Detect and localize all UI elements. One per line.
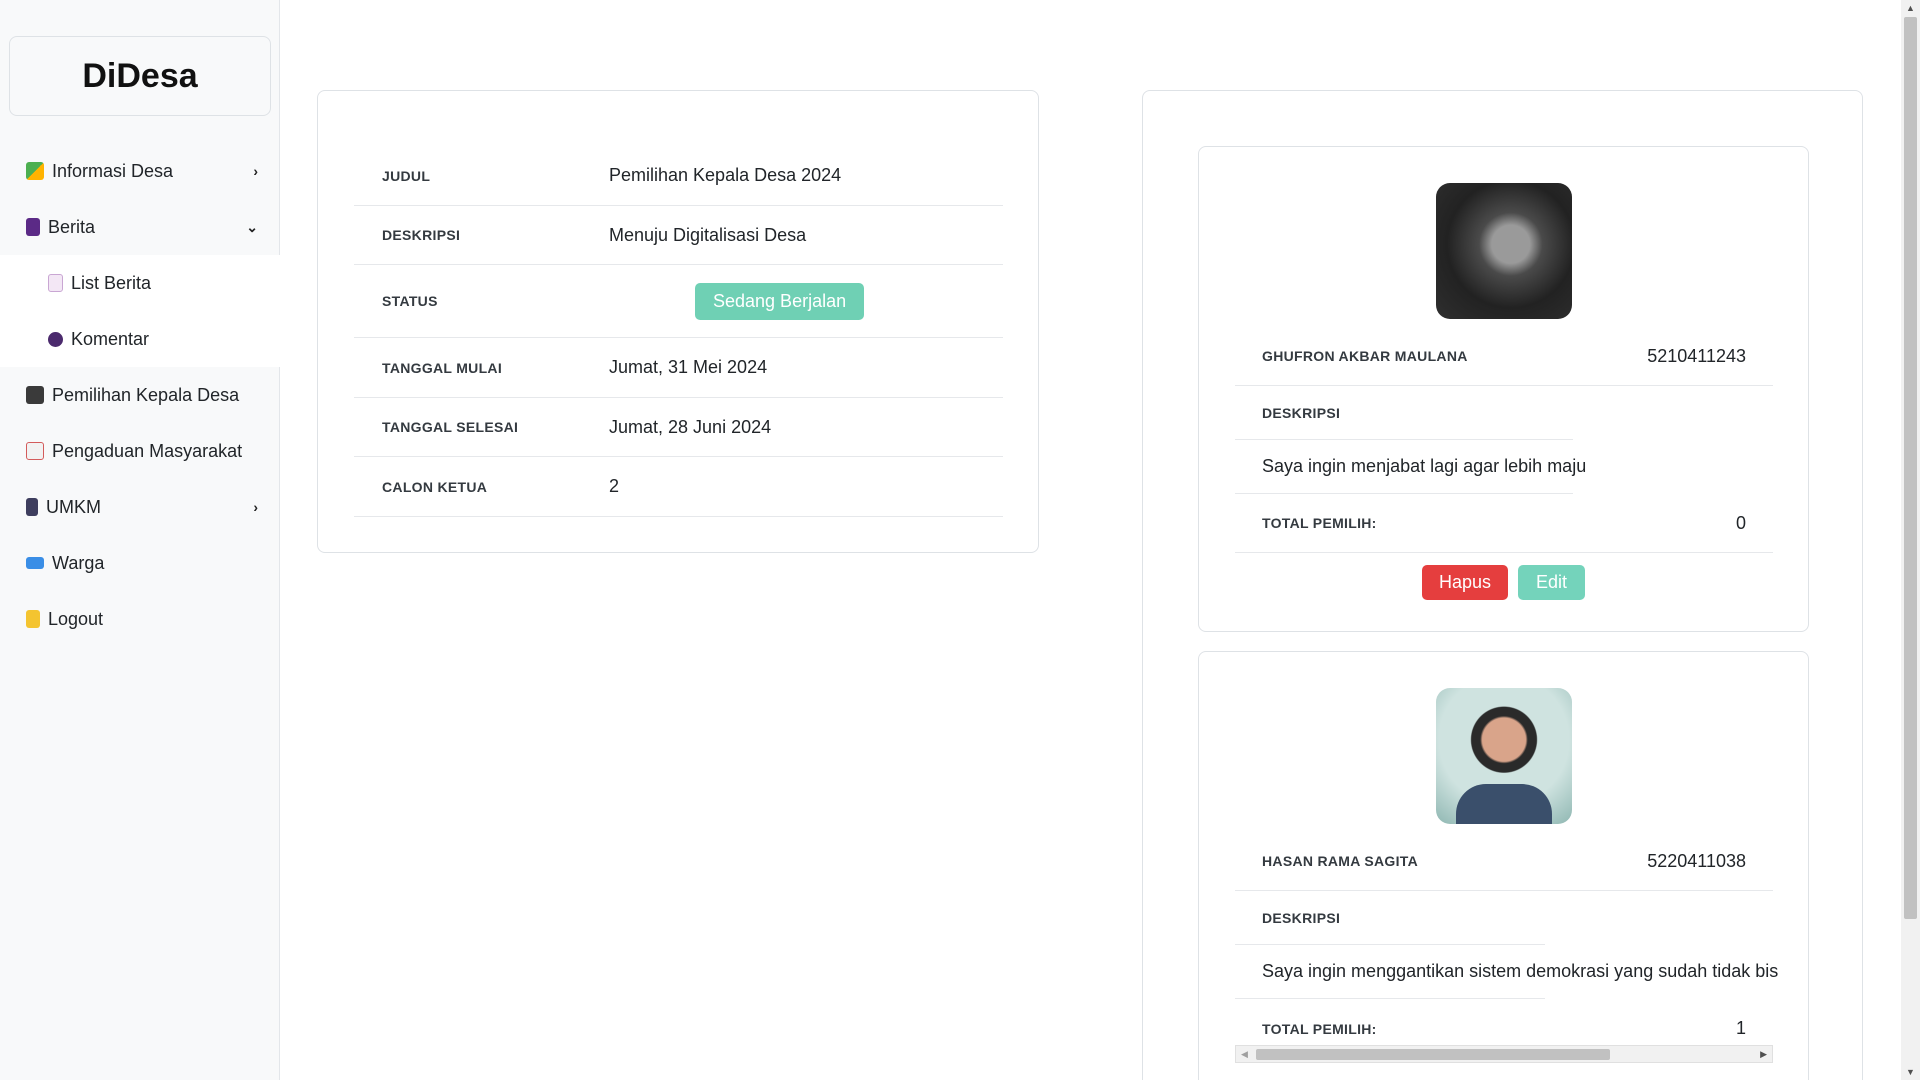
scroll-left-icon[interactable]: ◀ (1241, 1049, 1248, 1060)
candidate-desc-label-row: DESKRIPSI (1235, 386, 1773, 439)
scroll-down-icon[interactable]: ▼ (1906, 1067, 1915, 1077)
candidate-table: GHUFRON AKBAR MAULANA 5210411243 DESKRIP… (1235, 327, 1773, 553)
sidebar-item-berita[interactable]: Berita ⌄ (0, 199, 280, 255)
sidebar-nav: Informasi Desa › Berita ⌄ List Berita Ko… (0, 143, 280, 647)
candidate-card: HASAN RAMA SAGITA 5220411038 DESKRIPSI S… (1198, 651, 1809, 1080)
detail-label: TOTAL PEMILIH: (1262, 515, 1377, 531)
vote-count: 1 (1735, 1018, 1746, 1038)
detail-row-tanggal-mulai: TANGGAL MULAI Jumat, 31 Mei 2024 (354, 338, 1003, 398)
page-icon (48, 274, 63, 292)
speech-icon (48, 331, 63, 347)
sidebar-item-label: Logout (48, 608, 104, 629)
sidebar-item-label: Pengaduan Masyarakat (52, 440, 243, 461)
sidebar: DiDesa Informasi Desa › Berita ⌄ List Be… (0, 0, 280, 1080)
detail-label: TANGGAL SELESAI (382, 419, 519, 435)
book-icon (26, 218, 40, 236)
sidebar-item-pemilihan-kepala-desa[interactable]: Pemilihan Kepala Desa (0, 367, 280, 423)
chevron-right-icon: › (253, 163, 258, 179)
election-detail-card: JUDUL Pemilihan Kepala Desa 2024 DESKRIP… (317, 90, 1039, 553)
lock-icon (26, 610, 40, 628)
candidate-photo (1436, 688, 1572, 824)
start-date: Jumat, 31 Mei 2024 (609, 357, 768, 377)
sidebar-item-label: Berita (48, 216, 96, 237)
sidebar-item-umkm[interactable]: UMKM › (0, 479, 280, 535)
horizontal-scrollbar[interactable]: ◀ ▶ (1235, 1045, 1773, 1063)
edit-button[interactable]: Edit (1518, 565, 1586, 600)
end-date: Jumat, 28 Juni 2024 (609, 416, 772, 437)
vote-count: 0 (1735, 512, 1746, 533)
candidate-description: Saya ingin menggantikan sistem demokrasi… (1262, 961, 1779, 981)
chevron-right-icon: › (253, 499, 258, 515)
sidebar-item-informasi-desa[interactable]: Informasi Desa › (0, 143, 280, 199)
status-badge: Sedang Berjalan (695, 282, 865, 320)
candidate-name-row: HASAN RAMA SAGITA 5220411038 (1235, 832, 1773, 891)
candidate-name-row: GHUFRON AKBAR MAULANA 5210411243 (1235, 327, 1773, 386)
detail-row-deskripsi: DESKRIPSI Menuju Digitalisasi Desa (354, 206, 1003, 265)
berita-submenu: List Berita Komentar (0, 255, 280, 367)
candidate-table: HASAN RAMA SAGITA 5220411038 DESKRIPSI S… (1235, 832, 1778, 1058)
page-scrollbar[interactable]: ▲ ▼ (1901, 0, 1920, 1080)
sidebar-item-warga[interactable]: Warga (0, 535, 280, 591)
sidebar-item-list-berita[interactable]: List Berita (0, 255, 280, 311)
detail-row-judul: JUDUL Pemilihan Kepala Desa 2024 (354, 146, 1003, 206)
scroll-up-icon[interactable]: ▲ (1906, 3, 1915, 13)
candidate-card: GHUFRON AKBAR MAULANA 5210411243 DESKRIP… (1198, 146, 1809, 632)
candidate-nim: 5210411243 (1647, 345, 1746, 366)
map-icon (26, 162, 44, 180)
scroll-right-icon[interactable]: ▶ (1760, 1049, 1767, 1060)
candidate-desc-label-row: DESKRIPSI (1235, 891, 1773, 944)
sidebar-item-komentar[interactable]: Komentar (0, 311, 280, 367)
detail-row-status: STATUS Sedang Berjalan (354, 265, 1003, 338)
detail-label: TANGGAL MULAI (382, 359, 503, 376)
candidate-name: GHUFRON AKBAR MAULANA (1262, 348, 1468, 364)
clapper-icon (26, 386, 44, 404)
candidate-photo (1436, 183, 1572, 319)
candidate-description: Saya ingin menjabat lagi agar lebih maju (1262, 456, 1587, 476)
candidate-count: 2 (609, 476, 620, 496)
memo-icon (26, 442, 44, 460)
election-title: Pemilihan Kepala Desa 2024 (609, 165, 842, 185)
detail-row-tanggal-selesai: TANGGAL SELESAI Jumat, 28 Juni 2024 (354, 398, 1003, 457)
sidebar-item-label: UMKM (46, 496, 101, 517)
scrollbar-thumb[interactable] (1256, 1049, 1610, 1060)
detail-label: JUDUL (382, 167, 431, 184)
detail-label: DESKRIPSI (382, 227, 461, 243)
detail-row-calon-ketua: CALON KETUA 2 (354, 457, 1003, 517)
detail-label: DESKRIPSI (1262, 404, 1341, 421)
brand-logo[interactable]: DiDesa (9, 36, 271, 116)
sidebar-item-label: Pemilihan Kepala Desa (52, 384, 240, 405)
sidebar-item-label: Komentar (71, 328, 150, 349)
candidate-desc-row: Saya ingin menjabat lagi agar lebih maju (1235, 440, 1773, 493)
sidebar-item-logout[interactable]: Logout (0, 591, 280, 647)
detail-label: DESKRIPSI (1262, 909, 1341, 926)
scrollbar-thumb[interactable] (1904, 17, 1917, 919)
candidate-actions: Hapus Edit (1199, 565, 1808, 600)
sidebar-item-pengaduan-masyarakat[interactable]: Pengaduan Masyarakat (0, 423, 280, 479)
candidate-name: HASAN RAMA SAGITA (1262, 853, 1418, 869)
detail-label: STATUS (382, 293, 438, 309)
phone-icon (26, 498, 38, 516)
detail-label: TOTAL PEMILIH: (1262, 1020, 1377, 1037)
candidate-nim: 5220411038 (1647, 850, 1746, 871)
election-description: Menuju Digitalisasi Desa (609, 224, 807, 245)
candidate-desc-row: Saya ingin menggantikan sistem demokrasi… (1235, 945, 1778, 998)
chevron-down-icon: ⌄ (246, 218, 258, 235)
candidates-panel: GHUFRON AKBAR MAULANA 5210411243 DESKRIP… (1142, 90, 1863, 1080)
candidate-total-row: TOTAL PEMILIH: 0 (1235, 494, 1773, 553)
sidebar-item-label: Informasi Desa (52, 160, 174, 181)
election-detail-table: JUDUL Pemilihan Kepala Desa 2024 DESKRIP… (354, 146, 1003, 517)
sidebar-item-label: Warga (52, 552, 105, 573)
delete-button[interactable]: Hapus (1421, 565, 1508, 600)
detail-label: CALON KETUA (382, 478, 488, 495)
sidebar-item-label: List Berita (71, 272, 152, 293)
id-card-icon (26, 557, 44, 569)
